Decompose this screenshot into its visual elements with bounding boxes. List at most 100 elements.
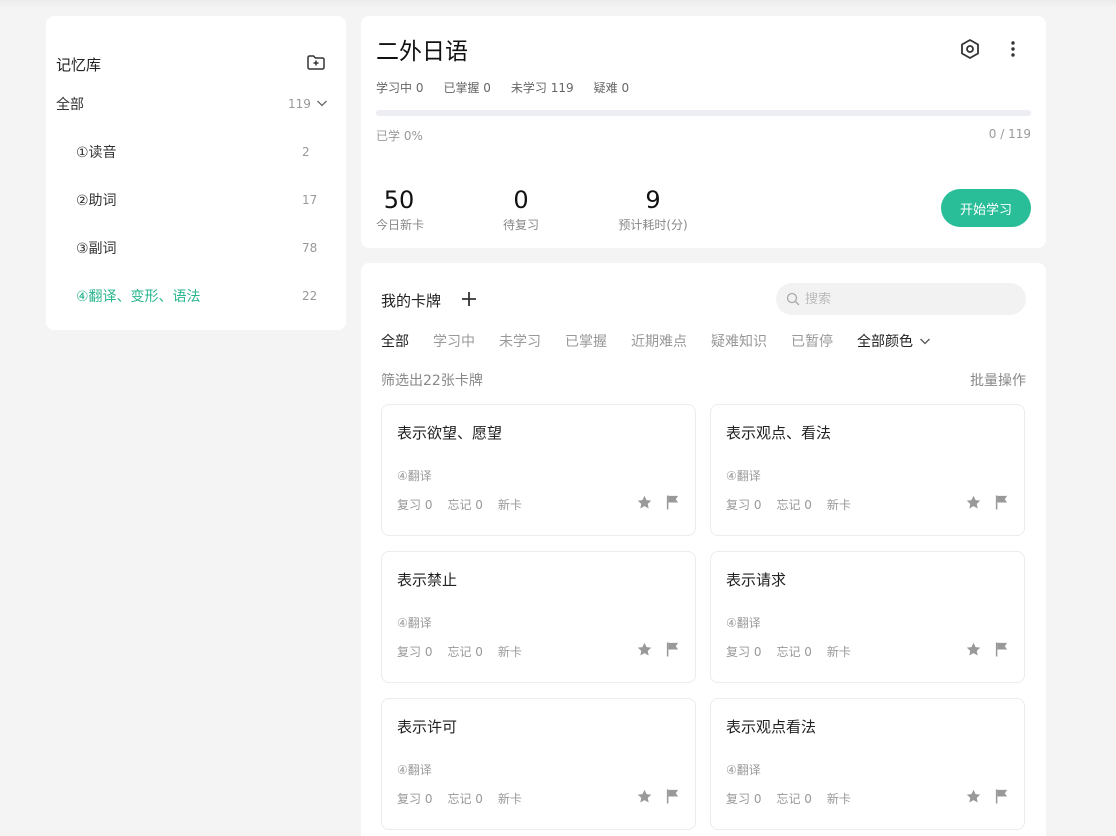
metric-caption: 今日新卡 (376, 218, 425, 232)
card-review-count: 复习 0 (726, 498, 762, 512)
flag-icon[interactable] (665, 641, 680, 657)
sidebar-item-label: ①读音 (76, 145, 117, 161)
filter-recent-hard[interactable]: 近期难点 (631, 331, 687, 351)
chevron-down-icon (920, 338, 930, 345)
sidebar-item-count: 22 (302, 289, 318, 303)
card-title: 表示许可 (397, 718, 458, 736)
star-icon[interactable] (965, 641, 982, 658)
more-vertical-icon[interactable] (1003, 38, 1023, 60)
card-meta: 复习 0 忘记 0 新卡 (397, 643, 522, 660)
sidebar-item-count: 78 (302, 241, 318, 255)
learned-ratio: 0 / 119 (988, 127, 1031, 141)
card-status: 新卡 (497, 645, 522, 659)
card-title: 表示禁止 (397, 571, 458, 589)
card-forget-count: 忘记 0 (776, 498, 812, 512)
card-meta: 复习 0 忘记 0 新卡 (726, 643, 851, 660)
card-review-count: 复习 0 (726, 645, 762, 659)
card-item[interactable]: 表示观点、看法 ④翻译 复习 0 忘记 0 新卡 (710, 404, 1025, 536)
progress-bar (376, 110, 1031, 116)
star-icon[interactable] (965, 788, 982, 805)
sidebar-title: 记忆库 (56, 56, 102, 74)
sidebar-item-label: ③副词 (76, 241, 117, 257)
card-meta: 复习 0 忘记 0 新卡 (397, 496, 522, 513)
batch-operation-button[interactable]: 批量操作 (970, 370, 1026, 390)
card-status: 新卡 (497, 498, 522, 512)
metric-est-time: 9 预计耗时(分) (617, 186, 689, 233)
card-item[interactable]: 表示许可 ④翻译 复习 0 忘记 0 新卡 (381, 698, 696, 830)
card-review-count: 复习 0 (397, 645, 433, 659)
metric-caption: 预计耗时(分) (618, 218, 688, 232)
deck-stats: 学习中 0 已掌握 0 未学习 119 疑难 0 (376, 79, 629, 96)
sidebar-item-translation[interactable]: ④翻译、变形、语法 22 (46, 276, 346, 316)
chevron-down-icon[interactable] (316, 97, 328, 109)
card-deck: ④翻译 (397, 616, 432, 630)
flag-icon[interactable] (994, 641, 1009, 657)
metric-value: 50 (383, 186, 415, 214)
sidebar-item-all[interactable]: 全部 119 (46, 84, 346, 124)
star-icon[interactable] (636, 788, 653, 805)
start-study-button[interactable]: 开始学习 (941, 189, 1031, 227)
card-item[interactable]: 表示请求 ④翻译 复习 0 忘记 0 新卡 (710, 551, 1025, 683)
stat-unlearned: 未学习 119 (510, 81, 574, 95)
filter-paused[interactable]: 已暂停 (791, 331, 833, 351)
flag-icon[interactable] (994, 788, 1009, 804)
deck-overview: 二外日语 学习中 0 已掌握 0 未学习 119 疑难 0 已学 0% 0 / … (361, 16, 1046, 248)
stat-mastered: 已掌握 0 (443, 81, 491, 95)
card-title: 表示请求 (726, 571, 787, 589)
filter-difficult[interactable]: 疑难知识 (711, 331, 767, 351)
card-item[interactable]: 表示观点看法 ④翻译 复习 0 忘记 0 新卡 (710, 698, 1025, 830)
stat-difficult: 疑难 0 (593, 81, 630, 95)
card-forget-count: 忘记 0 (447, 645, 483, 659)
filter-learning[interactable]: 学习中 (433, 331, 475, 351)
card-status: 新卡 (826, 792, 851, 806)
star-icon[interactable] (965, 494, 982, 511)
card-forget-count: 忘记 0 (447, 792, 483, 806)
metric-new-cards: 50 今日新卡 (376, 186, 425, 233)
card-status: 新卡 (826, 498, 851, 512)
star-icon[interactable] (636, 641, 653, 658)
add-card-icon[interactable] (460, 290, 478, 308)
flag-icon[interactable] (665, 788, 680, 804)
card-status: 新卡 (826, 645, 851, 659)
card-title: 表示观点、看法 (726, 424, 832, 442)
search-box[interactable] (776, 283, 1026, 315)
sidebar-item-pronunciation[interactable]: ①读音 2 (46, 132, 346, 172)
learned-percent: 已学 0% (376, 129, 423, 143)
card-item[interactable]: 表示欲望、愿望 ④翻译 复习 0 忘记 0 新卡 (381, 404, 696, 536)
metric-value: 0 (513, 186, 529, 214)
card-status: 新卡 (497, 792, 522, 806)
sidebar-item-count: 17 (302, 193, 318, 207)
sidebar-item-adverbs[interactable]: ③副词 78 (46, 228, 346, 268)
sidebar-item-label: ④翻译、变形、语法 (76, 289, 201, 305)
metric-to-review: 0 待复习 (503, 186, 539, 233)
card-forget-count: 忘记 0 (776, 645, 812, 659)
card-meta: 复习 0 忘记 0 新卡 (726, 496, 851, 513)
card-meta: 复习 0 忘记 0 新卡 (726, 790, 851, 807)
card-review-count: 复习 0 (397, 498, 433, 512)
filter-result-count: 筛选出22张卡牌 (381, 373, 483, 389)
card-meta: 复习 0 忘记 0 新卡 (397, 790, 522, 807)
filter-unlearned[interactable]: 未学习 (499, 331, 541, 351)
search-input[interactable] (805, 291, 1005, 307)
card-deck: ④翻译 (726, 469, 761, 483)
sidebar-item-label: 全部 (56, 97, 84, 113)
color-filter-label: 全部颜色 (857, 334, 913, 350)
card-title: 表示观点看法 (726, 718, 817, 736)
card-deck: ④翻译 (726, 763, 761, 777)
settings-hexagon-icon[interactable] (959, 38, 981, 60)
deck-sidebar: 记忆库 全部 119 ①读音 2 ②助词 17 ③副词 78 ④翻译、变形、语法… (46, 16, 346, 330)
sidebar-item-particles[interactable]: ②助词 17 (46, 180, 346, 220)
card-item[interactable]: 表示禁止 ④翻译 复习 0 忘记 0 新卡 (381, 551, 696, 683)
search-icon (786, 292, 800, 306)
sidebar-item-count: 119 (288, 97, 311, 111)
add-folder-icon[interactable] (306, 52, 326, 72)
stat-learning: 学习中 0 (376, 81, 424, 95)
metric-value: 9 (645, 186, 661, 214)
filter-mastered[interactable]: 已掌握 (565, 331, 607, 351)
flag-icon[interactable] (665, 494, 680, 510)
deck-title: 二外日语 (376, 39, 468, 65)
color-filter-dropdown[interactable]: 全部颜色 (857, 331, 931, 351)
star-icon[interactable] (636, 494, 653, 511)
filter-all[interactable]: 全部 (381, 331, 409, 351)
flag-icon[interactable] (994, 494, 1009, 510)
